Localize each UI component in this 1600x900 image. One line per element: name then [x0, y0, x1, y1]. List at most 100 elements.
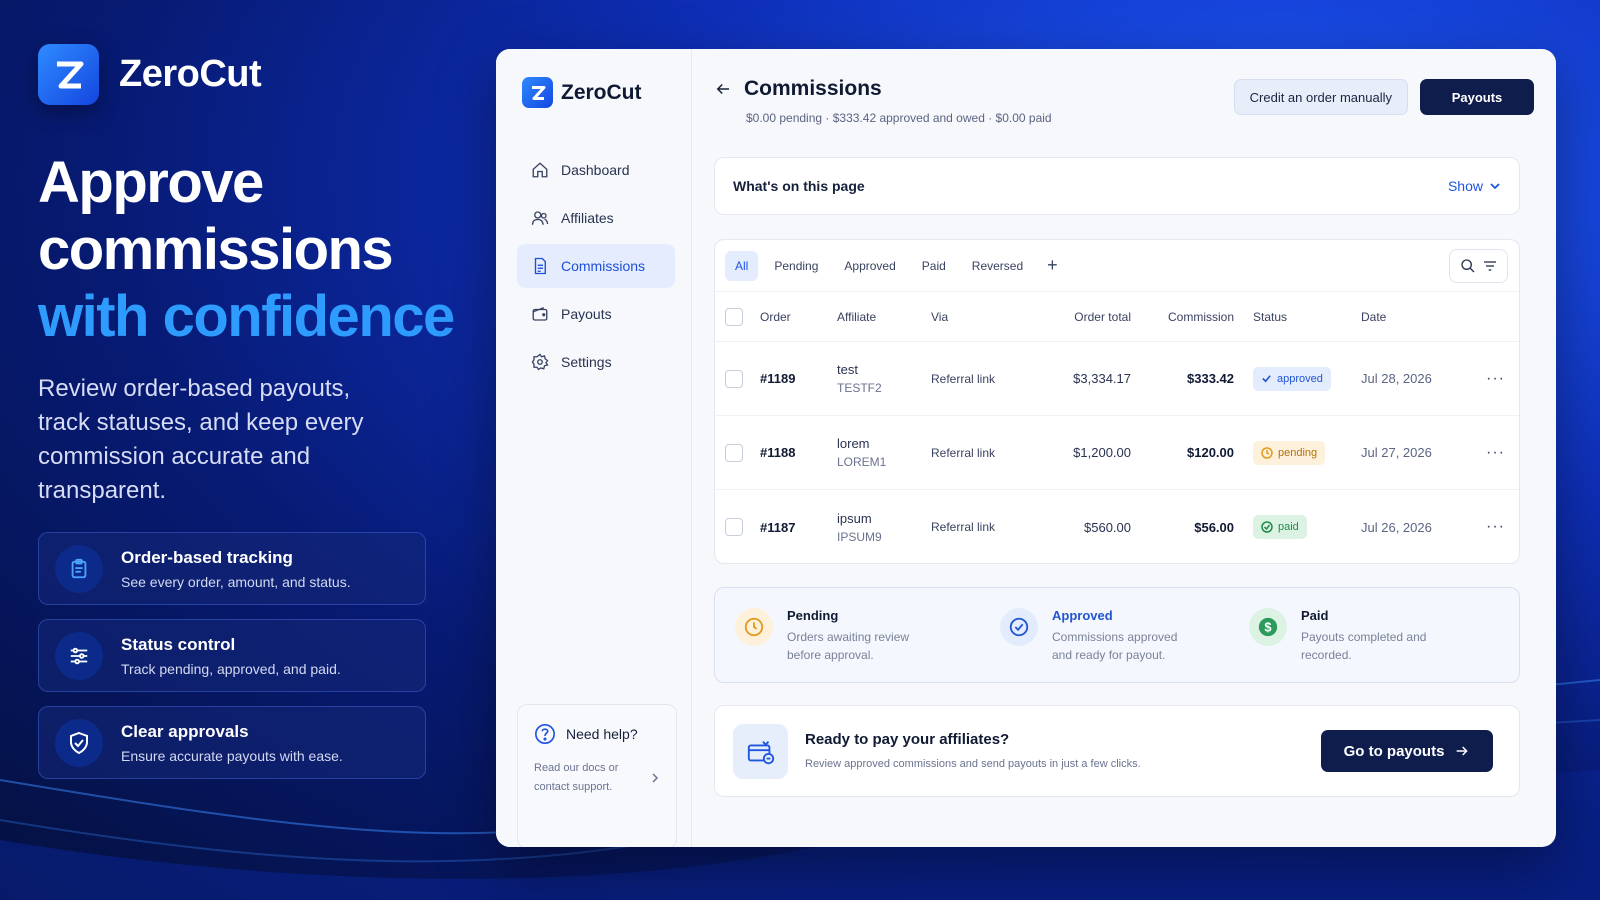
page-info-card[interactable]: What's on this page Show — [714, 157, 1520, 215]
commission-cell: $120.00 — [1187, 445, 1234, 460]
legend-desc: Orders awaiting review before approval. — [787, 630, 910, 662]
feature-desc: Track pending, approved, and paid. — [121, 660, 341, 677]
svg-text:$: $ — [1264, 620, 1271, 635]
via-cell: Referral link — [931, 520, 996, 534]
order-id[interactable]: #1187 — [760, 520, 795, 535]
order-id[interactable]: #1188 — [760, 445, 795, 460]
date-cell: Jul 26, 2026 — [1361, 519, 1432, 535]
back-arrow-icon[interactable] — [714, 80, 732, 98]
tab-reversed[interactable]: Reversed — [962, 251, 1033, 281]
row-checkbox[interactable] — [725, 369, 743, 388]
status-legend: Pending Orders awaiting review before ap… — [714, 587, 1520, 683]
affiliate-code: LOREM1 — [837, 455, 887, 469]
select-all-checkbox[interactable] — [725, 307, 743, 326]
go-to-payouts-label: Go to payouts — [1343, 742, 1445, 760]
col-via[interactable]: Via — [931, 310, 948, 324]
row-checkbox[interactable] — [725, 443, 743, 462]
sidebar-item-payouts[interactable]: Payouts — [517, 292, 675, 336]
brand-name: ZeroCut — [119, 53, 262, 95]
payout-cta-card: Ready to pay your affiliates? Review app… — [714, 705, 1520, 797]
feature-title: Clear approvals — [121, 721, 249, 741]
payouts-button[interactable]: Payouts — [1420, 79, 1534, 115]
show-label: Show — [1447, 178, 1483, 194]
help-body: Read our docs or contact support. — [534, 762, 619, 793]
headline-line-1: Approve — [38, 150, 264, 215]
more-actions-icon[interactable]: ··· — [1486, 518, 1505, 536]
sidebar-item-commissions[interactable]: Commissions — [517, 244, 675, 288]
legend-title: Approved — [1052, 608, 1113, 623]
affiliate-cell: ipsum IPSUM9 — [837, 511, 882, 544]
via-cell: Referral link — [931, 371, 996, 386]
show-toggle[interactable]: Show — [1448, 178, 1501, 194]
cta-title: Ready to pay your affiliates? — [805, 731, 1010, 748]
check-icon — [1262, 375, 1271, 383]
sidebar-brand[interactable]: ZeroCut — [496, 49, 691, 108]
table-row[interactable]: #1187 ipsum IPSUM9 Referral link $560.00… — [715, 490, 1519, 564]
affiliate-cell: lorem LOREM1 — [837, 436, 886, 469]
hero-subtext: Review order-based payouts, track status… — [38, 375, 364, 504]
table-row[interactable]: #1189 test TESTF2 Referral link $3,334.1… — [715, 342, 1519, 416]
credit-order-button[interactable]: Credit an order manually — [1233, 79, 1408, 115]
clock-icon — [1261, 446, 1273, 459]
tab-pending[interactable]: Pending — [764, 251, 828, 281]
users-icon — [531, 211, 549, 225]
col-date[interactable]: Date — [1361, 310, 1386, 324]
status-label: approved — [1277, 372, 1323, 385]
order-total-cell: $1,200.00 — [1073, 445, 1131, 460]
headline-line-2: commissions — [38, 217, 394, 282]
more-actions-icon[interactable]: ··· — [1486, 444, 1505, 462]
sidebar-item-affiliates[interactable]: Affiliates — [517, 196, 675, 240]
commission-cell: $333.42 — [1187, 371, 1234, 386]
search-filter-button[interactable] — [1449, 249, 1508, 283]
document-icon — [534, 257, 546, 275]
col-commission[interactable]: Commission — [1168, 310, 1234, 324]
feature-title: Order-based tracking — [121, 547, 293, 567]
legend-title: Pending — [787, 608, 839, 623]
legend-item-paid: $ Paid Payouts completed and recorded. — [1249, 608, 1441, 664]
col-order[interactable]: Order — [760, 310, 791, 324]
filter-tabs: All Pending Approved Paid Reversed + — [715, 240, 1519, 292]
gear-icon — [531, 353, 549, 371]
main-content: Commissions $0.00 pending · $333.42 appr… — [692, 49, 1556, 847]
legend-desc: Commissions approved and ready for payou… — [1052, 630, 1178, 662]
page-title: Commissions — [744, 77, 882, 100]
status-cell: pending — [1253, 440, 1326, 465]
go-to-payouts-button[interactable]: Go to payouts — [1321, 730, 1493, 772]
col-affiliate[interactable]: Affiliate — [837, 310, 876, 324]
legend-desc: Payouts completed and recorded. — [1301, 630, 1427, 662]
col-status[interactable]: Status — [1253, 310, 1287, 324]
col-order-total[interactable]: Order total — [1074, 310, 1131, 324]
status-badge: paid — [1253, 515, 1307, 539]
check-circle-icon — [1000, 608, 1038, 646]
tab-approved[interactable]: Approved — [834, 251, 905, 281]
more-actions-icon[interactable]: ··· — [1486, 370, 1505, 388]
order-total-cell: $3,334.17 — [1073, 371, 1131, 386]
status-cell: paid — [1253, 515, 1307, 539]
status-badge: pending — [1253, 440, 1326, 465]
row-checkbox[interactable] — [725, 518, 743, 536]
tab-all[interactable]: All — [725, 250, 759, 281]
sidebar-item-settings[interactable]: Settings — [517, 340, 675, 384]
affiliate-name: test — [837, 362, 858, 377]
sidebar-item-label: Affiliates — [561, 210, 614, 226]
brand: ZeroCut — [38, 44, 468, 105]
order-id[interactable]: #1189 — [760, 371, 795, 386]
sidebar-item-dashboard[interactable]: Dashboard — [517, 148, 675, 192]
chevron-right-icon — [652, 773, 659, 783]
tab-paid[interactable]: Paid — [912, 251, 956, 281]
filter-icon — [1483, 261, 1496, 271]
add-view-icon[interactable]: + — [1039, 255, 1066, 276]
table-row[interactable]: #1188 lorem LOREM1 Referral link $1,200.… — [715, 416, 1519, 490]
order-total-cell: $560.00 — [1084, 519, 1131, 535]
legend-item-pending: Pending Orders awaiting review before ap… — [735, 608, 927, 664]
arrow-right-icon — [1457, 746, 1469, 756]
feature-list: Order-based tracking See every order, am… — [38, 532, 468, 779]
sidebar-item-label: Dashboard — [561, 162, 630, 178]
question-icon — [535, 724, 555, 744]
wallet-icon — [532, 307, 548, 321]
clock-icon — [735, 608, 773, 646]
page-header: Commissions $0.00 pending · $333.42 appr… — [714, 77, 1534, 125]
affiliate-code: IPSUM9 — [837, 529, 882, 544]
sidebar-brand-name: ZeroCut — [561, 80, 642, 104]
help-card[interactable]: Need help? Read our docs or contact supp… — [517, 704, 677, 847]
